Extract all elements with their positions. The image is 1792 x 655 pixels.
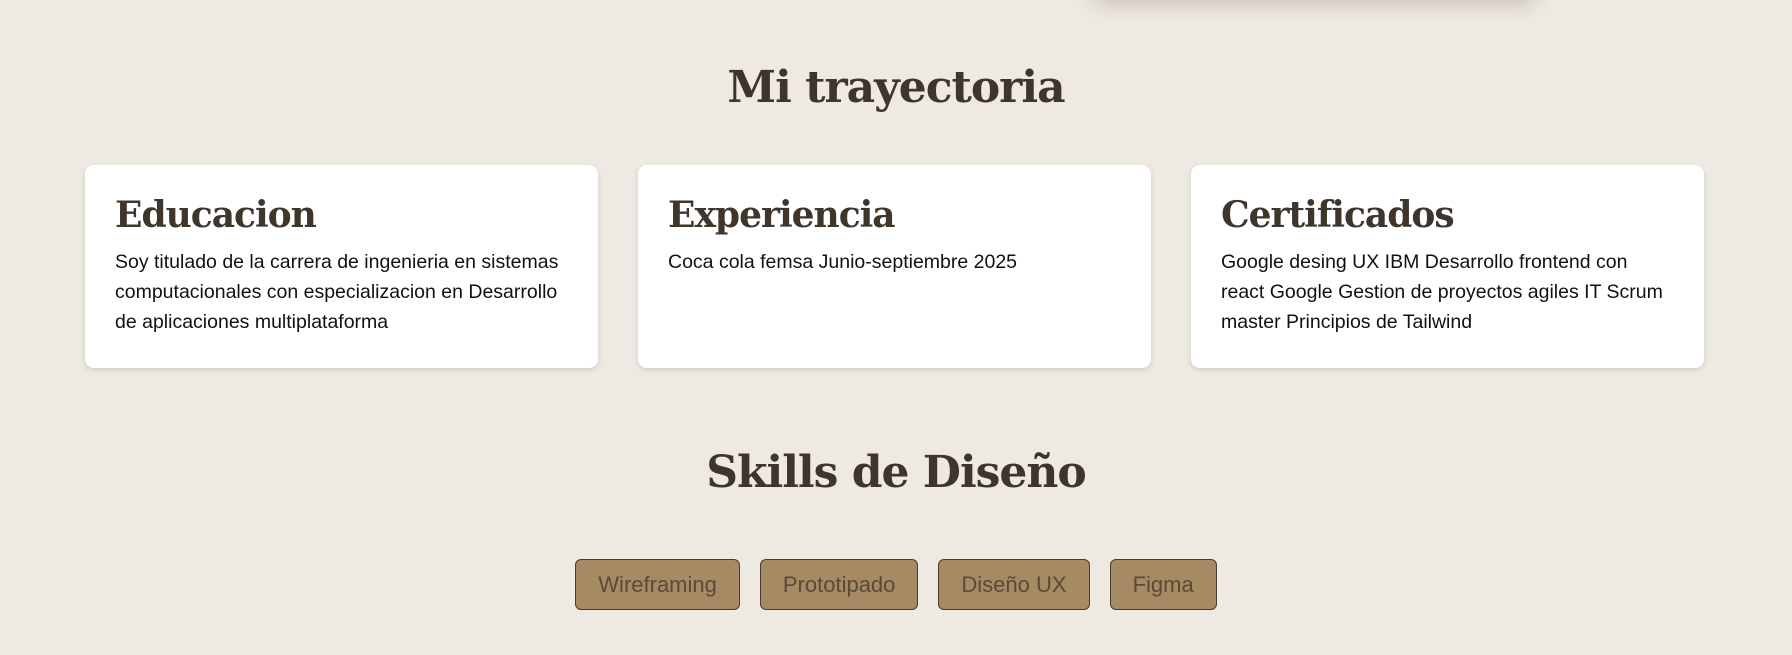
skill-figma: Figma — [1109, 559, 1217, 610]
certificates-card: Certificados Google desing UX IBM Desarr… — [1191, 165, 1704, 368]
card-text: Google desing UX IBM Desarrollo frontend… — [1221, 251, 1663, 333]
trajectory-heading: Mi trayectoria — [727, 62, 1065, 113]
card-text: Coca cola femsa Junio-septiembre 2025 — [668, 251, 1018, 273]
skill-diseno-ux: Diseño UX — [938, 559, 1090, 610]
education-card: Educacion Soy titulado de la carrera de … — [85, 165, 598, 368]
experience-card: Experiencia Coca cola femsa Junio-septie… — [638, 165, 1151, 368]
card-title: Experiencia — [668, 194, 896, 236]
skill-wireframing: Wireframing — [575, 559, 740, 610]
skill-prototipado: Prototipado — [759, 559, 919, 610]
card-title: Certificados — [1221, 194, 1455, 236]
skills-heading: Skills de Diseño — [706, 447, 1087, 498]
card-text: Soy titulado de la carrera de ingenieria… — [115, 251, 559, 333]
card-title: Educacion — [115, 194, 317, 236]
skills-list: Wireframing Prototipado Diseño UX Figma — [0, 559, 1792, 610]
